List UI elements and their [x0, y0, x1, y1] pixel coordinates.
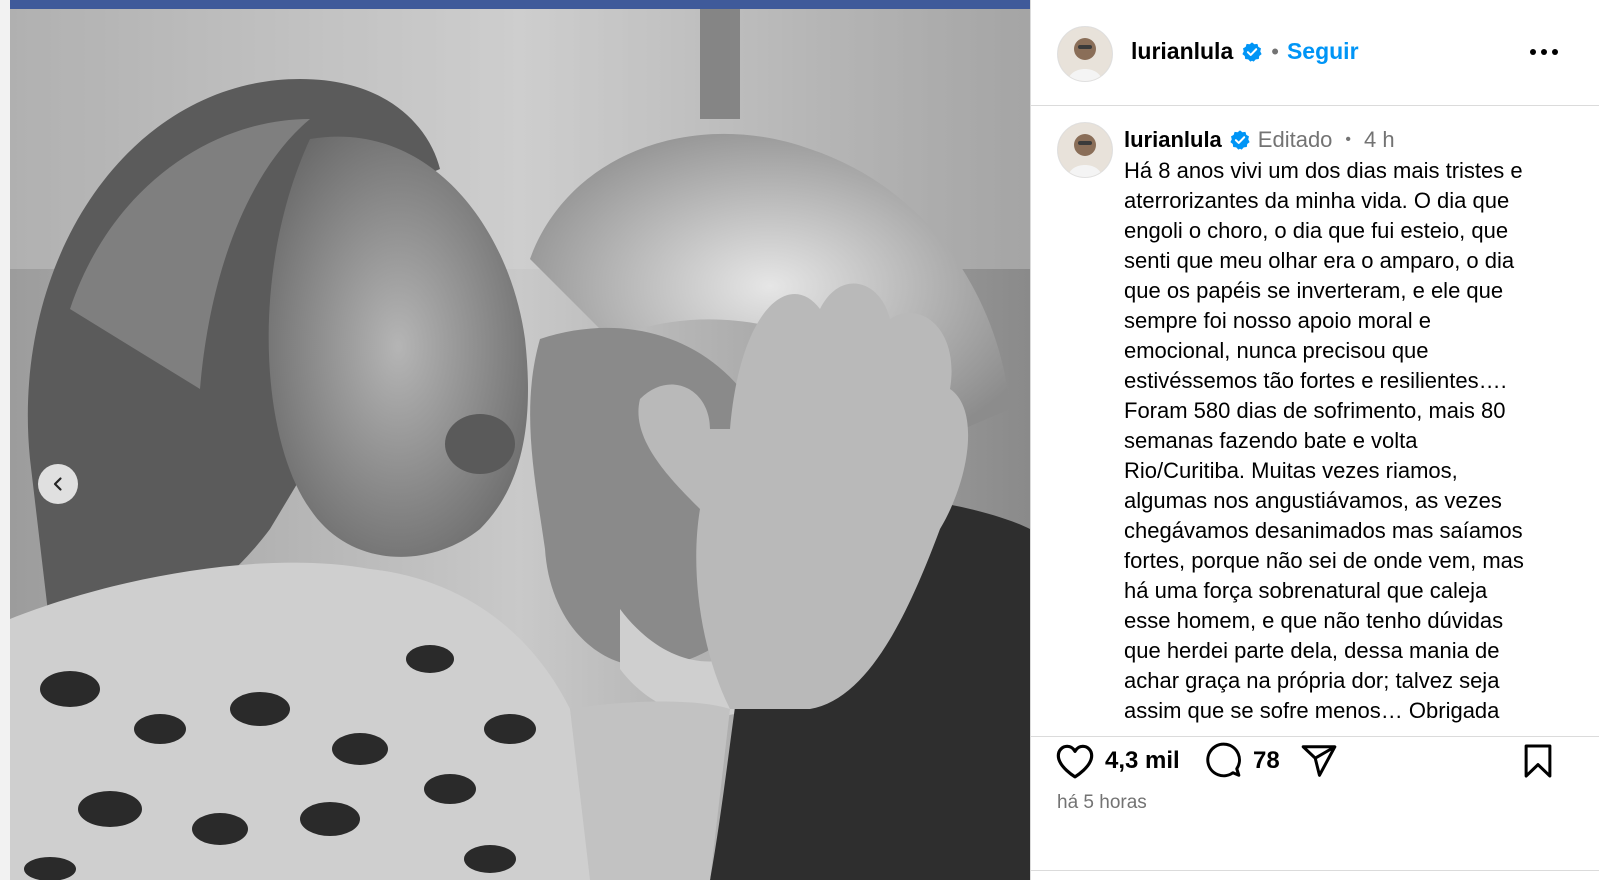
- post-header: lurianlula • Seguir: [1031, 0, 1599, 106]
- caption-area[interactable]: lurianlula Editado • 4 h Há 8 anos vivi …: [1031, 106, 1599, 736]
- caption-block: lurianlula Editado • 4 h Há 8 anos vivi …: [1124, 126, 1579, 726]
- post-timestamp[interactable]: há 5 horas: [1057, 792, 1147, 814]
- follow-button[interactable]: Seguir: [1287, 38, 1359, 65]
- save-button[interactable]: [1519, 742, 1557, 780]
- like-count[interactable]: 4,3 mil: [1105, 747, 1180, 775]
- more-options-button[interactable]: [1527, 38, 1561, 66]
- more-horizontal-icon: [1530, 49, 1558, 55]
- divider: [1031, 870, 1599, 871]
- comment-count[interactable]: 78: [1253, 747, 1280, 775]
- avatar-image: [1058, 27, 1112, 81]
- like-button[interactable]: 4,3 mil: [1055, 742, 1180, 780]
- window-edge: [0, 0, 10, 880]
- avatar[interactable]: [1057, 26, 1113, 82]
- caption-text: Há 8 anos vivi um dos dias mais tristes …: [1124, 158, 1524, 723]
- verified-badge-icon: [1230, 130, 1250, 150]
- avatar[interactable]: [1057, 122, 1113, 178]
- comment-button[interactable]: 78: [1203, 742, 1280, 780]
- separator-dot: •: [1271, 38, 1279, 64]
- post-side-panel: lurianlula • Seguir lurianlula Editado •…: [1030, 0, 1600, 880]
- avatar-image: [1058, 123, 1112, 177]
- caption-header: lurianlula Editado • 4 h: [1124, 126, 1579, 154]
- separator-dot: •: [1345, 131, 1352, 148]
- chevron-left-icon: [53, 477, 62, 491]
- verified-badge-icon: [1242, 41, 1262, 62]
- divider: [1031, 736, 1599, 737]
- media-top-bar: [10, 0, 1030, 9]
- send-icon: [1301, 745, 1337, 777]
- comment-icon: [1206, 742, 1241, 778]
- heart-icon: [1056, 744, 1094, 779]
- header-user-row: lurianlula • Seguir: [1131, 38, 1359, 65]
- username-link[interactable]: lurianlula: [1124, 125, 1222, 155]
- edited-label: Editado: [1257, 127, 1333, 152]
- share-button[interactable]: [1299, 742, 1339, 780]
- caption-time[interactable]: 4 h: [1364, 125, 1395, 155]
- bookmark-icon: [1524, 744, 1552, 778]
- post-media[interactable]: [10, 0, 1030, 880]
- previous-image-button[interactable]: [38, 464, 78, 504]
- username-link[interactable]: lurianlula: [1131, 38, 1233, 65]
- post-photo: [10, 9, 1030, 880]
